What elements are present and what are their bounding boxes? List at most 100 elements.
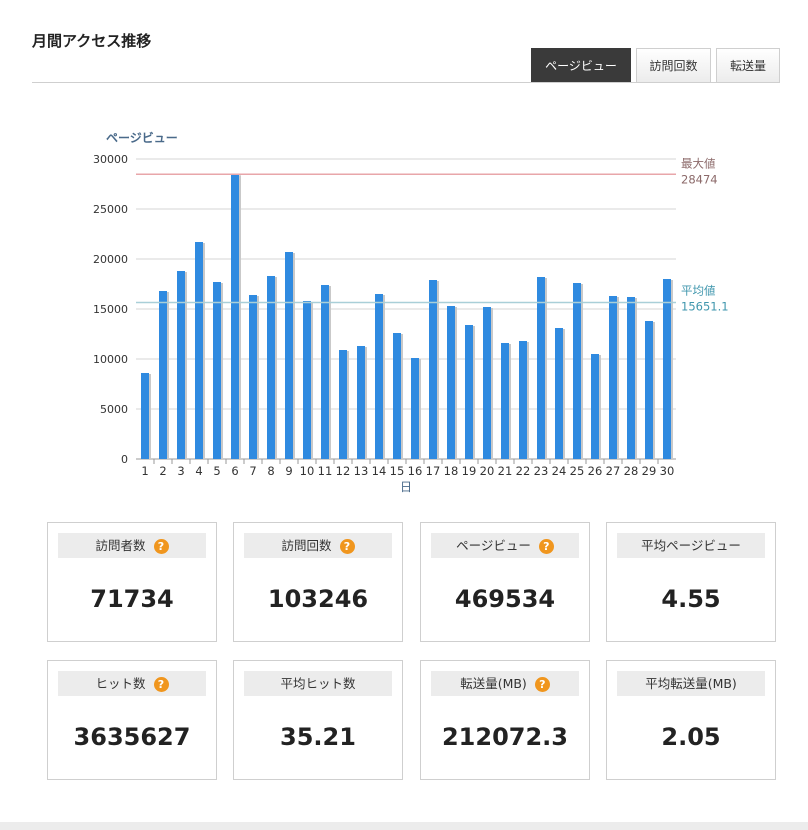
x-tick-label: 1 <box>141 464 148 478</box>
bar <box>267 276 275 459</box>
stat-card-visitors: 訪問者数? 71734 <box>47 522 217 642</box>
bar <box>249 295 257 459</box>
x-tick-label: 9 <box>285 464 292 478</box>
stat-card-visits: 訪問回数? 103246 <box>233 522 403 642</box>
page-title: 月間アクセス推移 <box>32 32 152 50</box>
stat-value-visits: 103246 <box>267 585 369 613</box>
stat-label-text: 平均ヒット数 <box>280 676 356 691</box>
stat-label-text: 平均ページビュー <box>641 538 741 553</box>
stat-card-pageviews: ページビュー? 469534 <box>420 522 590 642</box>
help-icon[interactable]: ? <box>538 539 554 554</box>
bar <box>321 285 329 459</box>
stat-label-visits: 訪問回数? <box>244 533 392 558</box>
x-tick-label: 12 <box>336 464 351 478</box>
bar <box>285 252 293 459</box>
help-icon[interactable]: ? <box>153 677 169 692</box>
stat-value-transfer: 212072.3 <box>441 723 568 751</box>
bar <box>159 291 167 459</box>
bar <box>609 296 617 459</box>
stat-value-hits: 3635627 <box>73 723 191 751</box>
stat-label-text: 転送量(MB) <box>460 676 527 691</box>
stat-label-text: 訪問者数 <box>95 538 146 553</box>
stat-card-avg-pageviews: 平均ページビュー 4.55 <box>606 522 776 642</box>
x-tick-label: 26 <box>588 464 603 478</box>
header-divider <box>32 82 780 83</box>
tab-visits[interactable]: 訪問回数 <box>636 48 711 82</box>
bar <box>573 283 581 459</box>
bar <box>627 297 635 459</box>
x-axis-ticks: 1 2 3 4 5 6 7 8 9 10 11 12 13 14 15 16 17 18 19 20 21 22 23 24 2… <box>141 459 674 478</box>
y-tick-label: 30000 <box>93 153 128 166</box>
tab-pageview[interactable]: ページビュー <box>531 48 631 82</box>
x-tick-label: 2 <box>159 464 166 478</box>
stat-label-avg-transfer: 平均転送量(MB) <box>617 671 765 696</box>
x-tick-label: 28 <box>624 464 639 478</box>
x-tick-label: 15 <box>390 464 405 478</box>
x-tick-label: 13 <box>354 464 369 478</box>
x-tick-label: 19 <box>462 464 477 478</box>
help-icon[interactable]: ? <box>153 539 169 554</box>
x-tick-label: 27 <box>606 464 621 478</box>
monthly-pageview-chart: ページビュー 050001000015000200002500030000 12… <box>93 130 729 494</box>
bar <box>141 373 149 459</box>
x-tick-label: 11 <box>318 464 333 478</box>
y-tick-label: 10000 <box>93 353 128 366</box>
y-axis-ticks: 0 5000 10000 15000 20000 25000 30000 <box>93 153 128 466</box>
chart-bars <box>141 174 673 459</box>
stat-label-visitors: 訪問者数? <box>58 533 206 558</box>
stat-card-avg-hits: 平均ヒット数 35.21 <box>233 660 403 780</box>
stat-value-avg-transfer: 2.05 <box>661 723 721 751</box>
x-tick-label: 23 <box>534 464 549 478</box>
stat-label-transfer: 転送量(MB)? <box>431 671 579 696</box>
bar <box>501 343 509 459</box>
x-tick-label: 25 <box>570 464 585 478</box>
tab-transfer[interactable]: 転送量 <box>716 48 780 82</box>
stat-card-avg-transfer: 平均転送量(MB) 2.05 <box>606 660 776 780</box>
bar <box>177 271 185 459</box>
x-tick-label: 18 <box>444 464 459 478</box>
bar <box>393 333 401 459</box>
x-tick-label: 17 <box>426 464 441 478</box>
y-tick-label: 0 <box>121 453 128 466</box>
y-axis-label: ページビュー <box>106 130 178 145</box>
y-tick-label: 15000 <box>93 303 128 316</box>
x-tick-label: 29 <box>642 464 657 478</box>
x-tick-label: 6 <box>231 464 238 478</box>
bar <box>591 354 599 459</box>
reference-value: 15651.1 <box>681 299 729 313</box>
y-tick-label: 25000 <box>93 203 128 216</box>
stat-value-pageviews: 469534 <box>454 585 556 613</box>
footer-bar <box>0 822 808 830</box>
bar <box>483 307 491 459</box>
stat-value-visitors: 71734 <box>90 585 174 613</box>
y-tick-label: 20000 <box>93 253 128 266</box>
stat-label-text: ページビュー <box>456 538 531 553</box>
x-tick-label: 24 <box>552 464 567 478</box>
bar <box>663 279 671 459</box>
bar <box>303 301 311 459</box>
bar <box>429 280 437 459</box>
x-axis-label: 日 <box>400 480 412 494</box>
help-icon[interactable]: ? <box>339 539 355 554</box>
y-tick-label: 5000 <box>100 403 128 416</box>
bar <box>231 174 239 459</box>
stat-label-text: 訪問回数 <box>281 538 332 553</box>
reference-label: 最大値 <box>681 156 716 170</box>
x-tick-label: 21 <box>498 464 513 478</box>
stat-value-avg-hits: 35.21 <box>280 723 356 751</box>
bar <box>447 306 455 459</box>
stat-label-avg-pageviews: 平均ページビュー <box>617 533 765 558</box>
stat-card-hits: ヒット数? 3635627 <box>47 660 217 780</box>
stat-label-text: 平均転送量(MB) <box>645 676 737 691</box>
help-icon[interactable]: ? <box>534 677 550 692</box>
bar <box>195 242 203 459</box>
stat-label-hits: ヒット数? <box>58 671 206 696</box>
x-tick-label: 16 <box>408 464 423 478</box>
x-tick-label: 22 <box>516 464 531 478</box>
bar <box>519 341 527 459</box>
bar <box>213 282 221 459</box>
bar <box>411 358 419 459</box>
bar <box>555 328 563 459</box>
bar <box>645 321 653 459</box>
reference-label: 平均値 <box>681 283 716 297</box>
